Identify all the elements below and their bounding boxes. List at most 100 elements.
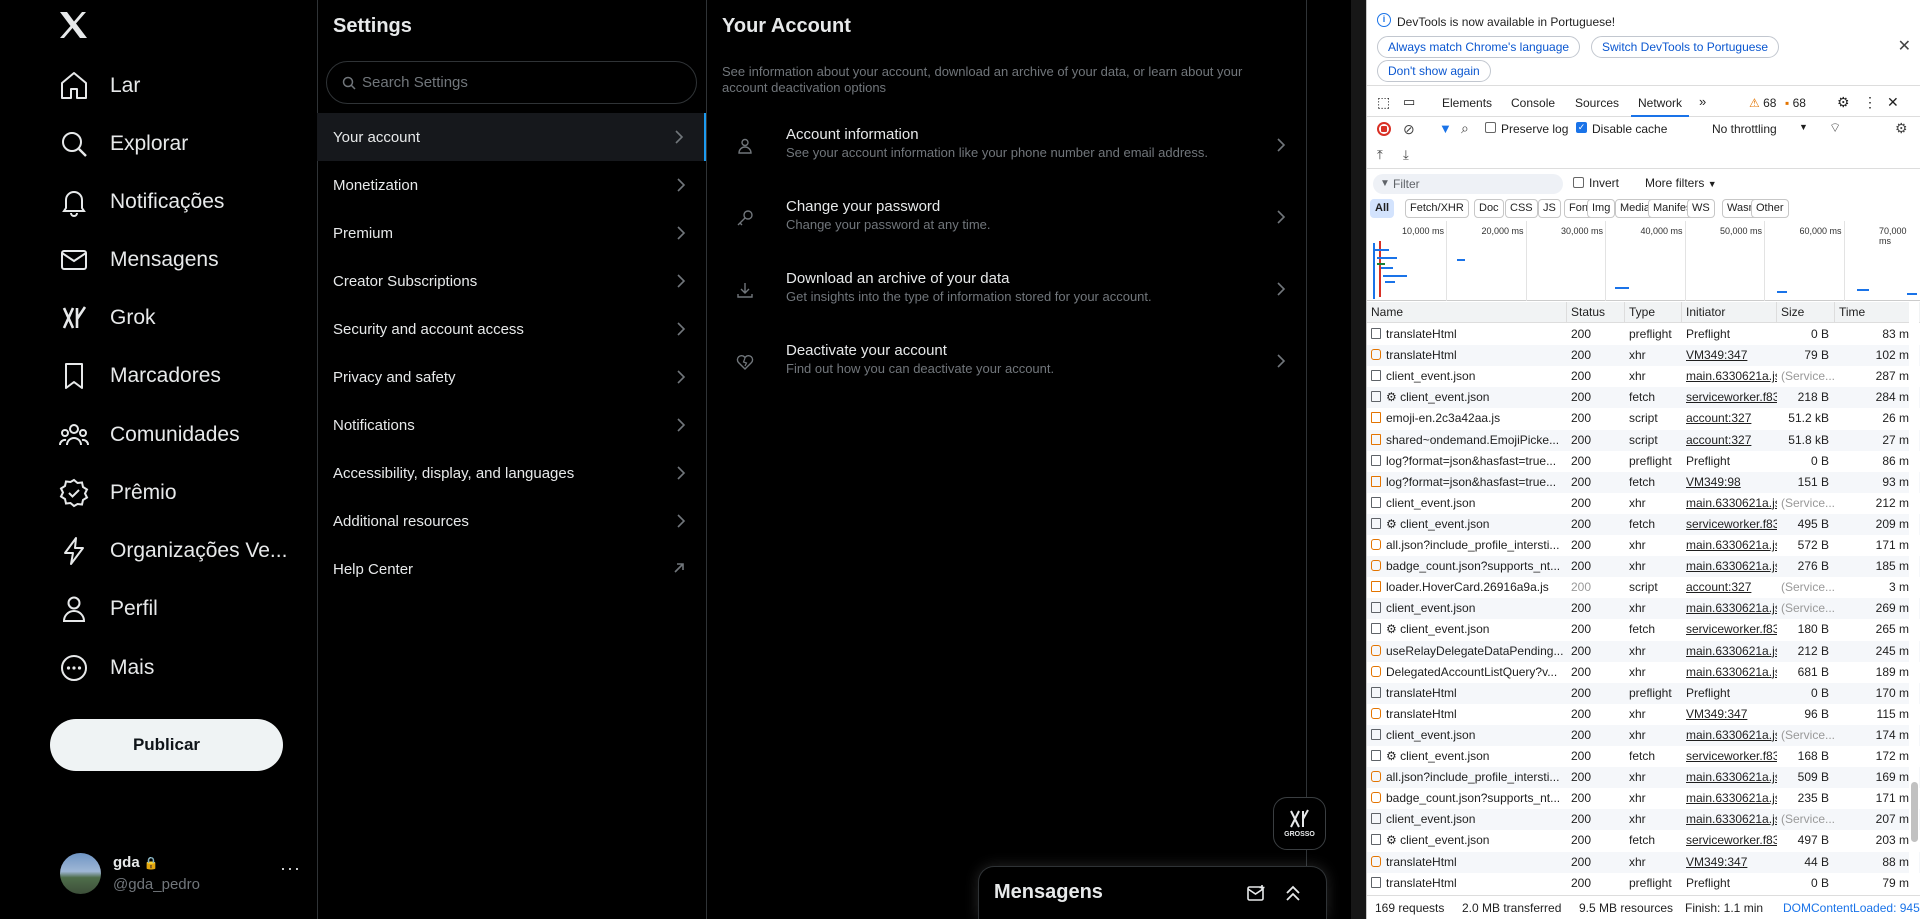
cell-initiator[interactable]: account:327 [1682, 408, 1777, 429]
settings-item-security-and-account-access[interactable]: Security and account access [317, 305, 706, 353]
messages-drawer[interactable]: Mensagens [978, 866, 1327, 919]
table-row[interactable]: shared~ondemand.EmojiPicke... 200 script ac… [1367, 429, 1920, 451]
cell-initiator[interactable]: VM349:98 [1682, 472, 1777, 493]
nav-item-mensagens[interactable]: Mensagens [58, 240, 219, 280]
tab-sources[interactable]: Sources [1575, 96, 1619, 110]
device-toggle-icon[interactable]: ▭ [1403, 94, 1415, 110]
settings-item-premium[interactable]: Premium [317, 209, 706, 257]
table-row[interactable]: log?format=json&hasfast=true... 200 fetch V… [1367, 471, 1920, 493]
table-row[interactable]: useRelayDelegateDataPending... 200 xhr main… [1367, 640, 1920, 662]
nav-item-comunidades[interactable]: Comunidades [58, 415, 240, 455]
type-filter-all[interactable]: All [1370, 199, 1395, 218]
table-row[interactable]: all.json?include_profile_intersti... 200 x… [1367, 535, 1920, 556]
settings-item-help-center[interactable]: Help Center [317, 545, 706, 593]
cell-initiator[interactable]: Preflight [1682, 324, 1777, 345]
type-filter-doc[interactable]: Doc [1474, 199, 1504, 218]
chevron-up-icon[interactable] [1284, 884, 1302, 902]
cell-initiator[interactable]: main.6330621a.js: [1682, 725, 1777, 746]
type-filter-img[interactable]: Img [1587, 199, 1616, 218]
nav-item-perfil[interactable]: Perfil [58, 589, 158, 629]
cell-initiator[interactable]: Preflight [1682, 683, 1777, 704]
table-row[interactable]: emoji-en.2c3a42aa.js 200 script account:327… [1367, 408, 1920, 430]
throttling-select[interactable]: No throttling [1712, 122, 1777, 136]
type-filter-ws[interactable]: WS [1687, 199, 1715, 218]
nav-item-grok[interactable]: Grok [58, 298, 156, 338]
more-tabs-icon[interactable]: » [1699, 94, 1706, 109]
settings-item-monetization[interactable]: Monetization [317, 161, 706, 209]
table-row[interactable]: client_event.json 200 xhr main.6330621a.js:… [1367, 724, 1920, 746]
nav-item-notifica-es[interactable]: Notificações [58, 182, 224, 222]
nav-item-marcadores[interactable]: Marcadores [58, 356, 221, 396]
record-icon[interactable] [1377, 122, 1391, 136]
table-row[interactable]: log?format=json&hasfast=true... 200 prefli… [1367, 450, 1920, 472]
column-header-name[interactable]: Name [1367, 302, 1567, 323]
new-message-icon[interactable] [1247, 884, 1267, 902]
nav-item-mais[interactable]: Mais [58, 648, 154, 688]
filter-icon[interactable]: ▼ [1439, 121, 1452, 136]
type-filter-fetch-xhr[interactable]: Fetch/XHR [1405, 199, 1469, 218]
cell-initiator[interactable]: main.6330621a.js: [1682, 366, 1777, 387]
account-option-deactivate-your-account[interactable]: Deactivate your account Find out how you … [706, 325, 1306, 397]
invert-checkbox[interactable] [1573, 177, 1584, 188]
cell-initiator[interactable]: main.6330621a.js: [1682, 493, 1777, 514]
table-row[interactable]: client_event.json 200 xhr main.6330621a.js:… [1367, 598, 1920, 620]
switch-language-button[interactable]: Switch DevTools to Portuguese [1591, 36, 1780, 58]
table-row[interactable]: ⚙ client_event.json 200 fetch serviceworker… [1367, 746, 1920, 767]
account-option-account-information[interactable]: Account information See your account info… [706, 109, 1306, 181]
page-scrollbar[interactable] [1351, 0, 1366, 919]
cell-initiator[interactable]: main.6330621a.js: [1682, 535, 1777, 556]
table-row[interactable]: client_event.json 200 xhr main.6330621a.js:… [1367, 492, 1920, 514]
table-row[interactable]: translateHtml 200 preflight Preflight 0 B 83 … [1367, 324, 1920, 345]
cell-initiator[interactable]: Preflight [1682, 873, 1777, 894]
type-filter-other[interactable]: Other [1751, 199, 1789, 218]
cell-initiator[interactable]: serviceworker.f83c [1682, 514, 1777, 535]
column-header-type[interactable]: Type [1625, 302, 1682, 323]
tab-network[interactable]: Network [1638, 96, 1682, 110]
account-switcher[interactable]: gda 🔒 @gda_pedro ··· [60, 852, 310, 896]
column-header-initiator[interactable]: Initiator [1682, 302, 1777, 323]
close-icon[interactable]: ✕ [1898, 36, 1911, 56]
table-row[interactable]: translateHtml 200 preflight Preflight 0 B 79 … [1367, 872, 1920, 894]
table-row[interactable]: badge_count.json?supports_nt... 200 xhr mai… [1367, 788, 1920, 810]
upload-icon[interactable]: ⤒ [1377, 147, 1383, 163]
cell-initiator[interactable]: main.6330621a.js: [1682, 809, 1777, 830]
settings-item-creator-subscriptions[interactable]: Creator Subscriptions [317, 257, 706, 305]
settings-item-notifications[interactable]: Notifications [317, 401, 706, 449]
cell-initiator[interactable]: account:327 [1682, 430, 1777, 451]
scrollbar-thumb[interactable] [1911, 782, 1918, 842]
settings-item-accessibility-display-and-languages[interactable]: Accessibility, display, and languages [317, 449, 706, 497]
cell-initiator[interactable]: VM349:347 [1682, 345, 1777, 366]
cell-initiator[interactable]: serviceworker.f83c [1682, 619, 1777, 640]
clear-icon[interactable]: ⊘ [1403, 121, 1415, 138]
nav-item-lar[interactable]: Lar [58, 66, 140, 106]
issues-badge[interactable]: ▪ 68 [1785, 96, 1806, 110]
table-row[interactable]: ⚙ client_event.json 200 fetch serviceworker… [1367, 830, 1920, 852]
grok-button[interactable]: GROSSO [1273, 797, 1326, 850]
settings-item-additional-resources[interactable]: Additional resources [317, 497, 706, 545]
table-row[interactable]: client_event.json 200 xhr main.6330621a.js:… [1367, 366, 1920, 388]
publish-button[interactable]: Publicar [50, 719, 283, 771]
table-row[interactable]: loader.HoverCard.26916a9a.js 200 script acc… [1367, 577, 1920, 599]
inspect-icon[interactable]: ⬚ [1377, 94, 1390, 111]
search-icon[interactable]: ⌕ [1461, 120, 1469, 137]
nav-item-pr-mio[interactable]: Prêmio [58, 473, 177, 513]
table-row[interactable]: translateHtml 200 preflight Preflight 0 B 170… [1367, 682, 1920, 704]
cell-initiator[interactable]: serviceworker.f83c [1682, 830, 1777, 851]
cell-initiator[interactable]: Preflight [1682, 451, 1777, 472]
settings-item-your-account[interactable]: Your account [317, 113, 706, 161]
tab-console[interactable]: Console [1511, 96, 1555, 110]
dont-show-again-button[interactable]: Don't show again [1377, 60, 1491, 82]
network-settings-icon[interactable]: ⚙ [1895, 120, 1908, 137]
cell-initiator[interactable]: VM349:347 [1682, 852, 1777, 873]
account-option-change-your-password[interactable]: Change your password Change your password… [706, 181, 1306, 253]
type-filter-css[interactable]: CSS [1505, 199, 1538, 218]
preserve-log-checkbox[interactable] [1485, 122, 1496, 133]
tab-elements[interactable]: Elements [1442, 96, 1492, 110]
cell-initiator[interactable]: main.6330621a.js: [1682, 641, 1777, 662]
download-icon[interactable]: ⤓ [1403, 147, 1409, 163]
table-scrollbar[interactable] [1909, 302, 1919, 895]
cell-initiator[interactable]: main.6330621a.js: [1682, 662, 1777, 683]
match-language-button[interactable]: Always match Chrome's language [1377, 36, 1581, 58]
disable-cache-checkbox[interactable]: ✓ [1576, 122, 1587, 133]
cell-initiator[interactable]: main.6330621a.js: [1682, 556, 1777, 577]
